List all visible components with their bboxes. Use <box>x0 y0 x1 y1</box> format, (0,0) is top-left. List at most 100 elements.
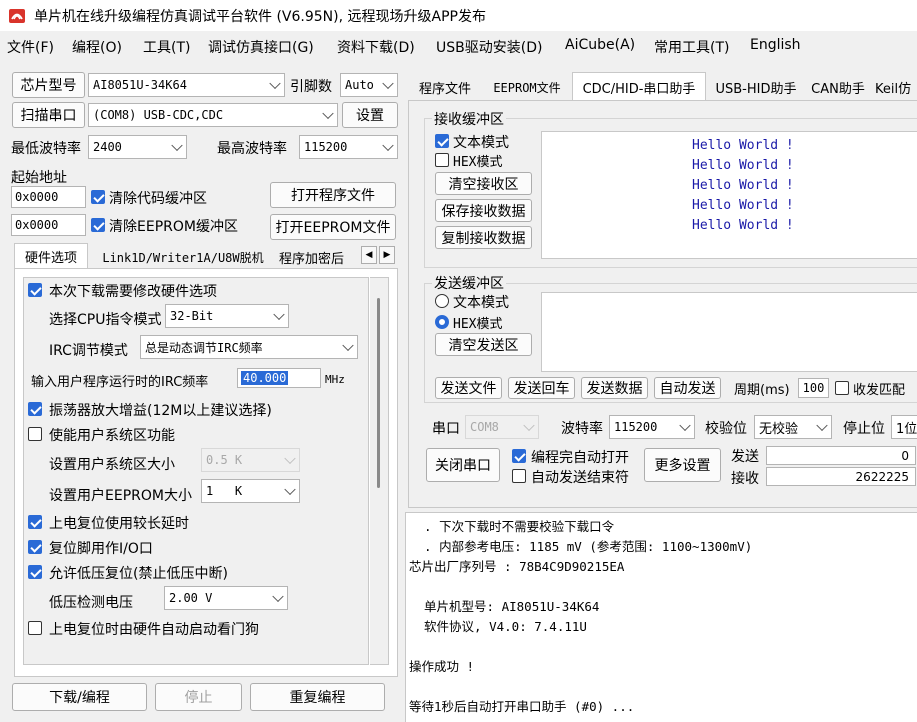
chip-model-label: 芯片型号 <box>12 72 85 98</box>
chevron-down-icon <box>171 139 183 152</box>
clear-send-button[interactable]: 清空发送区 <box>435 333 532 356</box>
log-line: 芯片出厂序列号 : 78B4C9D90215EA <box>409 559 625 574</box>
log-line: . 下次下载时不需要校验下载口令 <box>409 519 615 534</box>
tab-keil[interactable]: Keil仿 <box>874 74 917 100</box>
reset-io-label: 复位脚用作I/O口 <box>49 541 153 557</box>
eeprom-address-input[interactable]: 0x0000 <box>11 214 86 236</box>
more-settings-button[interactable]: 更多设置 <box>644 448 721 482</box>
menu-program[interactable]: 编程(O) <box>72 37 122 57</box>
menu-file[interactable]: 文件(F) <box>7 37 54 57</box>
user-eeprom-size-select[interactable]: 1 K <box>201 479 300 503</box>
pins-select[interactable]: Auto <box>340 73 398 97</box>
window-title: 单片机在线升级编程仿真调试平台软件 (V6.95N), 远程现场升级APP发布 <box>34 9 486 25</box>
menu-tools[interactable]: 工具(T) <box>143 37 190 57</box>
send-enter-button[interactable]: 发送回车 <box>508 377 575 399</box>
settings-button[interactable]: 设置 <box>342 102 398 128</box>
chevron-down-icon <box>284 452 296 465</box>
parity-select[interactable]: 无校验 <box>754 415 832 439</box>
chip-model-select[interactable]: AI8051U-34K64 <box>88 73 285 97</box>
match-checkbox[interactable] <box>835 381 849 395</box>
menu-debug[interactable]: 调试仿真接口(G) <box>208 37 314 57</box>
reset-io-checkbox[interactable] <box>28 540 42 554</box>
chevron-down-icon <box>272 590 284 603</box>
stop-button[interactable]: 停止 <box>155 683 242 711</box>
menu-english[interactable]: English <box>750 37 801 53</box>
auto-send-end-checkbox[interactable] <box>512 469 526 483</box>
tab-eeprom-file[interactable]: EEPROM文件 <box>484 74 570 100</box>
user-system-checkbox[interactable] <box>28 427 42 441</box>
tab-hardware-options[interactable]: 硬件选项 <box>14 243 88 269</box>
tab-offline[interactable]: Link1D/Writer1A/U8W脱机 <box>90 245 276 269</box>
serial-port-select[interactable]: COM8 <box>465 415 539 439</box>
baud-rate-label: 波特率 <box>561 421 603 437</box>
user-system-size-select[interactable]: 0.5 K <box>201 448 300 472</box>
watchdog-checkbox[interactable] <box>28 621 42 635</box>
auto-open-checkbox[interactable] <box>512 449 526 463</box>
pins-value: Auto <box>345 78 374 92</box>
send-text-area[interactable] <box>541 292 917 372</box>
copy-receive-button[interactable]: 复制接收数据 <box>435 226 532 249</box>
lv-detect-select[interactable]: 2.00 V <box>164 586 288 610</box>
irc-freq-label: 输入用户程序运行时的IRC频率 <box>31 375 209 390</box>
tab-encryption[interactable]: 程序加密后 <box>278 245 360 269</box>
recv-text-mode-checkbox[interactable] <box>435 134 449 148</box>
min-baud-value: 2400 <box>93 140 122 154</box>
send-hex-mode-radio[interactable] <box>435 315 449 329</box>
send-text-mode-label: 文本模式 <box>453 295 509 311</box>
min-baud-select[interactable]: 2400 <box>88 135 187 159</box>
port-select[interactable]: (COM8) USB-CDC,CDC <box>88 103 338 127</box>
reprogram-button[interactable]: 重复编程 <box>250 683 385 711</box>
tab-scroll-right-icon[interactable]: ▶ <box>379 246 395 264</box>
tab-program-file[interactable]: 程序文件 <box>410 74 480 100</box>
auto-send-button[interactable]: 自动发送 <box>654 377 721 399</box>
recv-hex-mode-label: HEX模式 <box>453 155 503 170</box>
chevron-down-icon <box>269 77 281 90</box>
menu-common-tools[interactable]: 常用工具(T) <box>654 37 729 57</box>
receive-line: Hello World ! <box>692 138 794 153</box>
modify-hw-checkbox[interactable] <box>28 283 42 297</box>
open-program-file-button[interactable]: 打开程序文件 <box>270 182 396 208</box>
download-program-button[interactable]: 下载/编程 <box>12 683 147 711</box>
scan-port-button[interactable]: 扫描串口 <box>12 102 85 128</box>
send-buffer-title: 发送缓冲区 <box>432 273 506 293</box>
send-text-mode-radio[interactable] <box>435 294 449 308</box>
long-delay-checkbox[interactable] <box>28 515 42 529</box>
irc-freq-input[interactable]: 40.000 <box>237 368 321 388</box>
clear-receive-button[interactable]: 清空接收区 <box>435 172 532 195</box>
stop-bits-select[interactable]: 1位 <box>891 415 917 439</box>
osc-gain-checkbox[interactable] <box>28 402 42 416</box>
low-voltage-reset-checkbox[interactable] <box>28 565 42 579</box>
receive-line: Hello World ! <box>692 158 794 173</box>
receive-line: Hello World ! <box>692 218 794 233</box>
close-port-button[interactable]: 关闭串口 <box>426 448 500 482</box>
clear-code-checkbox[interactable] <box>91 190 105 204</box>
tab-can[interactable]: CAN助手 <box>806 74 870 100</box>
tab-usb-hid[interactable]: USB-HID助手 <box>710 74 802 100</box>
menu-usb-driver[interactable]: USB驱动安装(D) <box>436 37 542 57</box>
period-input[interactable]: 100 <box>798 378 829 398</box>
start-address-label: 起始地址 <box>11 170 67 186</box>
tab-serial-assistant[interactable]: CDC/HID-串口助手 <box>572 72 706 101</box>
lv-detect-value: 2.00 V <box>169 591 213 605</box>
max-baud-select[interactable]: 115200 <box>299 135 398 159</box>
serial-port-value: COM8 <box>470 420 499 434</box>
tab-scroll-left-icon[interactable]: ◀ <box>361 246 377 264</box>
baud-rate-select[interactable]: 115200 <box>609 415 695 439</box>
send-data-button[interactable]: 发送数据 <box>581 377 648 399</box>
chevron-down-icon <box>382 77 394 90</box>
save-receive-button[interactable]: 保存接收数据 <box>435 199 532 222</box>
lv-detect-label: 低压检测电压 <box>49 595 133 611</box>
code-address-input[interactable]: 0x0000 <box>11 186 86 208</box>
receive-line: Hello World ! <box>692 198 794 213</box>
send-file-button[interactable]: 发送文件 <box>435 377 502 399</box>
recv-hex-mode-checkbox[interactable] <box>435 153 449 167</box>
menu-download[interactable]: 资料下载(D) <box>337 37 415 57</box>
cpu-mode-select[interactable]: 32-Bit <box>165 304 289 328</box>
menu-aicube[interactable]: AiCube(A) <box>565 37 635 53</box>
options-scrollbar[interactable] <box>370 277 389 665</box>
open-eeprom-file-button[interactable]: 打开EEPROM文件 <box>270 214 396 240</box>
options-scrollbar-thumb[interactable] <box>377 298 380 488</box>
app-logo-icon <box>9 9 25 23</box>
irc-mode-select[interactable]: 总是动态调节IRC频率 <box>140 335 358 359</box>
clear-eeprom-checkbox[interactable] <box>91 218 105 232</box>
